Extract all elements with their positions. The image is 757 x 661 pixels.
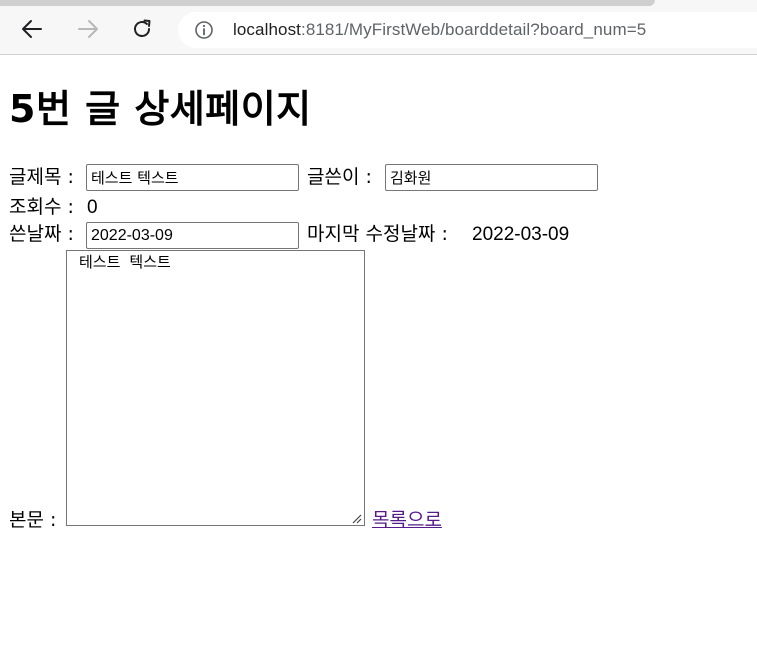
content-textarea[interactable]: 테스트 텍스트 <box>66 250 365 526</box>
modified-date-label: 마지막 수정날짜 : <box>307 223 448 245</box>
back-button[interactable] <box>15 12 49 46</box>
browser-toolbar: localhost:8181/MyFirstWeb/boarddetail?bo… <box>0 0 757 55</box>
tab-strip-edge <box>0 0 655 6</box>
write-date-input[interactable] <box>86 222 299 249</box>
content-label: 본문 : <box>9 509 57 531</box>
page-title: 5번 글 상세페이지 <box>9 87 312 131</box>
writer-label: 글쓴이 : <box>307 166 372 188</box>
arrow-left-icon <box>22 20 42 38</box>
hit-count-label: 조회수 : <box>9 196 74 218</box>
back-to-list-link[interactable]: 목록으로 <box>372 509 442 531</box>
modified-date-value: 2022-03-09 <box>472 224 570 245</box>
write-date-label: 쓴날짜 : <box>9 223 74 245</box>
arrow-right-icon <box>78 20 98 38</box>
page-content: 5번 글 상세페이지 글제목 : 글쓴이 : 조회수 : 0 쓴날짜 : 마지막… <box>0 55 757 661</box>
resize-handle-icon[interactable] <box>350 514 362 524</box>
url-path: :8181/MyFirstWeb/boarddetail?board_num=5 <box>301 20 647 39</box>
url-host: localhost <box>233 20 301 39</box>
hit-count-value: 0 <box>87 197 98 218</box>
info-icon[interactable] <box>194 20 214 40</box>
url-text[interactable]: localhost:8181/MyFirstWeb/boarddetail?bo… <box>233 20 646 40</box>
address-bar[interactable]: localhost:8181/MyFirstWeb/boarddetail?bo… <box>178 12 757 48</box>
writer-input[interactable] <box>385 164 598 191</box>
forward-button[interactable] <box>71 12 105 46</box>
post-title-input[interactable] <box>86 164 299 191</box>
reload-button[interactable] <box>125 12 159 46</box>
reload-icon <box>134 19 151 37</box>
post-title-label: 글제목 : <box>9 166 74 188</box>
